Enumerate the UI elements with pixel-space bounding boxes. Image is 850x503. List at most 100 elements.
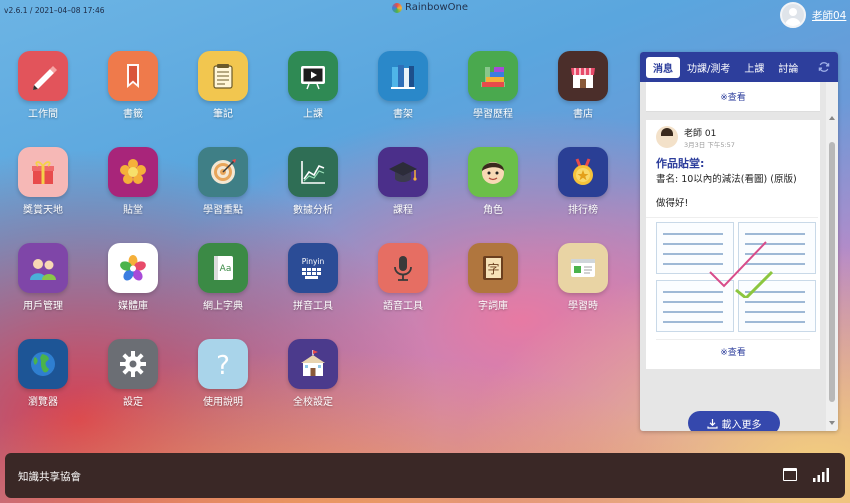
app-icon-tile[interactable]	[18, 147, 68, 197]
app-tile[interactable]: 上課	[278, 51, 348, 120]
teacher-avatar	[656, 126, 678, 148]
view-link-post[interactable]: ※查看	[720, 345, 746, 358]
app-tile[interactable]: 工作間	[8, 51, 78, 120]
app-tile[interactable]: Aa 網上字典	[188, 243, 258, 312]
load-more-label: 載入更多	[721, 419, 762, 431]
app-tile[interactable]: 獎賞天地	[8, 147, 78, 216]
user-avatar[interactable]	[780, 2, 806, 28]
tab-discussion[interactable]: 討論	[771, 57, 805, 78]
app-icon-tile[interactable]	[108, 243, 158, 293]
app-tile[interactable]: 書架	[368, 51, 438, 120]
app-icon-tile[interactable]	[558, 243, 608, 293]
app-label: 上課	[303, 109, 323, 120]
gear-icon	[120, 351, 146, 377]
load-more-button[interactable]: 載入更多	[688, 411, 780, 431]
app-icon-tile[interactable]	[108, 339, 158, 389]
app-tile[interactable]: Pinyin 拼音工具	[278, 243, 348, 312]
panel-scrollbar[interactable]	[826, 82, 838, 431]
app-icon-tile[interactable]: Pinyin	[288, 243, 338, 293]
app-label: 書籤	[123, 109, 143, 120]
post-artwork-image[interactable]	[646, 217, 818, 335]
post-author: 老師 01	[684, 129, 717, 139]
app-tile[interactable]: 書店	[548, 51, 618, 120]
pencil-icon	[33, 66, 57, 90]
app-label: 用戶管理	[23, 301, 63, 312]
app-label: 課程	[393, 205, 413, 216]
app-icon-tile[interactable]	[558, 147, 608, 197]
app-tile[interactable]: 語音工具	[368, 243, 438, 312]
flower-icon	[120, 159, 146, 184]
app-icon-tile[interactable]	[288, 339, 338, 389]
app-tile[interactable]: 用戶管理	[8, 243, 78, 312]
scroll-down-icon[interactable]	[829, 421, 835, 425]
window-icon[interactable]	[783, 468, 797, 481]
post-book-name: 書名: 10以內的減法(看圖) (原版)	[656, 174, 797, 185]
line-chart-icon	[301, 161, 325, 184]
app-tile[interactable]: 學習歷程	[458, 51, 528, 120]
app-icon-tile[interactable]	[288, 51, 338, 101]
app-label: 學習歷程	[473, 109, 513, 120]
app-icon-tile[interactable]	[198, 51, 248, 101]
bookmark-icon	[127, 64, 139, 88]
app-tile[interactable]: 瀏覽器	[8, 339, 78, 408]
app-icon-tile[interactable]	[198, 147, 248, 197]
app-label: 媒體庫	[118, 301, 148, 312]
shop-icon	[571, 68, 595, 88]
app-icon-tile[interactable]	[558, 51, 608, 101]
app-label: 筆記	[213, 109, 233, 120]
app-icon-tile[interactable]	[18, 243, 68, 293]
app-icon-tile[interactable]: Aa	[198, 243, 248, 293]
app-icon-tile[interactable]	[108, 147, 158, 197]
app-tile[interactable]: 數據分析	[278, 147, 348, 216]
gift-icon	[32, 161, 54, 184]
app-tile[interactable]: ? 使用說明	[188, 339, 258, 408]
app-icon-tile[interactable]	[468, 51, 518, 101]
app-label: 書架	[393, 109, 413, 120]
app-icon-tile[interactable]	[378, 147, 428, 197]
refresh-icon[interactable]	[818, 61, 830, 73]
view-link[interactable]: ※查看	[720, 90, 746, 103]
app-icon-tile[interactable]	[18, 51, 68, 101]
app-tile[interactable]: 排行榜	[548, 147, 618, 216]
app-label: 使用說明	[203, 397, 243, 408]
app-tile[interactable]: 貼堂	[98, 147, 168, 216]
app-icon-tile[interactable]: ?	[198, 339, 248, 389]
app-label: 字詞庫	[478, 301, 508, 312]
app-tile[interactable]: 媒體庫	[98, 243, 168, 312]
tab-messages[interactable]: 消息	[646, 56, 680, 78]
username-link[interactable]: 老師04	[812, 8, 846, 23]
message-list[interactable]: ※查看 老師 01 3月3日 下午5:57 作品貼堂: 書名: 10以內的減法(…	[640, 82, 826, 431]
app-tile[interactable]: 全校設定	[278, 339, 348, 408]
globe-icon	[31, 352, 55, 376]
boy-face-icon	[482, 162, 504, 184]
app-icon-tile[interactable]	[378, 51, 428, 101]
app-label: 拼音工具	[293, 301, 333, 312]
app-icon-tile[interactable]: 字	[468, 243, 518, 293]
scroll-up-icon[interactable]	[829, 116, 835, 120]
app-tile[interactable]: 角色	[458, 147, 528, 216]
post-body: 做得好!	[656, 198, 689, 209]
brand-name: RainbowOne	[405, 2, 468, 13]
app-tile[interactable]: 學習時	[548, 243, 618, 312]
app-icon-tile[interactable]	[378, 243, 428, 293]
app-tile[interactable]: 字字詞庫	[458, 243, 528, 312]
app-tile[interactable]: 設定	[98, 339, 168, 408]
app-tile[interactable]: 書籤	[98, 51, 168, 120]
user-menu[interactable]: 老師04	[780, 2, 846, 28]
app-tile[interactable]: 筆記	[188, 51, 258, 120]
tab-homework[interactable]: 功課/測考	[680, 57, 737, 78]
microphone-icon	[394, 256, 412, 281]
app-icon-tile[interactable]	[108, 51, 158, 101]
app-icon-tile[interactable]	[468, 147, 518, 197]
tab-lesson[interactable]: 上課	[737, 57, 771, 78]
app-icon-tile[interactable]	[18, 339, 68, 389]
notepad-icon	[213, 64, 233, 89]
app-icon-tile[interactable]	[288, 147, 338, 197]
app-tile[interactable]: 課程	[368, 147, 438, 216]
svg-text:字: 字	[487, 261, 499, 276]
post-header: 老師 01 3月3日 下午5:57	[656, 126, 810, 149]
scroll-thumb[interactable]	[829, 142, 835, 402]
app-label: 工作間	[28, 109, 58, 120]
users-icon	[30, 259, 56, 280]
app-tile[interactable]: 學習重點	[188, 147, 258, 216]
